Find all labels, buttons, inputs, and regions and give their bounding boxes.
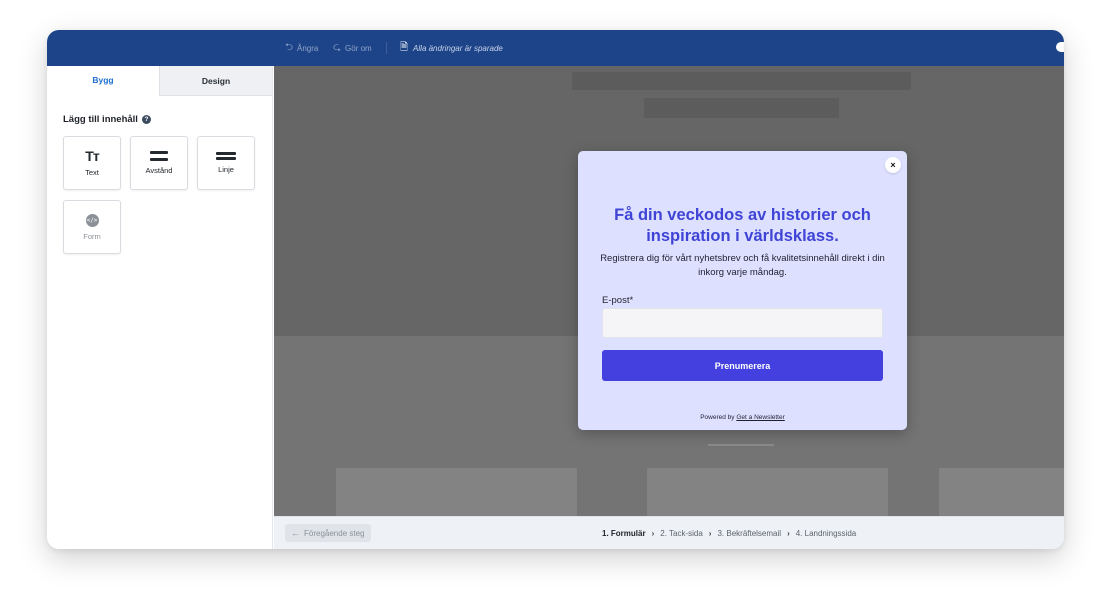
toolbar-divider bbox=[386, 42, 387, 54]
chevron-right-icon: › bbox=[651, 529, 655, 538]
chevron-right-icon: › bbox=[787, 529, 790, 538]
page-placeholder-card bbox=[336, 468, 577, 516]
preview-canvas: × Få din veckodos av historier och inspi… bbox=[274, 66, 1064, 516]
page-placeholder-card bbox=[939, 468, 1064, 516]
previous-step-button[interactable]: ← Föregående steg bbox=[285, 524, 371, 542]
redo-arrow-icon: ⮎ bbox=[333, 41, 342, 53]
step-navigation-bar: ← Föregående steg 1. Formulär › 2. Tack-… bbox=[274, 516, 1064, 549]
page-placeholder-block bbox=[644, 98, 839, 118]
tab-design[interactable]: Design bbox=[159, 66, 272, 96]
undo-label: Ångra bbox=[297, 43, 319, 53]
newsletter-popup: × Få din veckodos av historier och inspi… bbox=[578, 151, 907, 430]
text-icon: Tт bbox=[85, 148, 99, 164]
step-bekraftelsemail[interactable]: 3. Bekräftelsemail bbox=[717, 529, 781, 538]
redo-button[interactable]: ⮎ Gör om bbox=[333, 30, 372, 66]
step-formular[interactable]: 1. Formulär bbox=[602, 529, 646, 538]
email-field[interactable] bbox=[602, 308, 883, 338]
close-icon[interactable]: × bbox=[885, 157, 901, 173]
redo-label: Gör om bbox=[345, 43, 372, 53]
spacer-icon bbox=[150, 151, 168, 161]
undo-arrow-icon: ⮌ bbox=[285, 41, 294, 53]
block-text[interactable]: Tт Text bbox=[63, 136, 121, 190]
help-icon[interactable]: ? bbox=[141, 115, 151, 124]
app-window: ⮌ Ångra ⮎ Gör om 🗎 Alla ändringar är spa… bbox=[47, 30, 1064, 549]
save-status: 🗎 Alla ändringar är sparade bbox=[400, 30, 503, 66]
block-divider[interactable]: Linje bbox=[197, 136, 255, 190]
step-breadcrumb: 1. Formulär › 2. Tack-sida › 3. Bekräfte… bbox=[602, 517, 856, 549]
add-content-heading: Lägg till innehåll ? bbox=[63, 114, 151, 125]
step-tack-sida[interactable]: 2. Tack-sida bbox=[660, 529, 703, 538]
previous-step-label: Föregående steg bbox=[304, 528, 365, 538]
powered-by-link[interactable]: Get a Newsletter bbox=[736, 414, 784, 421]
arrow-left-icon: ← bbox=[291, 528, 300, 538]
block-text-label: Text bbox=[85, 168, 99, 177]
top-toolbar: ⮌ Ångra ⮎ Gör om 🗎 Alla ändringar är spa… bbox=[47, 30, 1064, 66]
step-landningssida[interactable]: 4. Landningssida bbox=[796, 529, 857, 538]
block-divider-label: Linje bbox=[218, 165, 234, 174]
block-spacer-label: Avstånd bbox=[145, 166, 173, 175]
divider-line-icon bbox=[216, 152, 236, 160]
popup-description[interactable]: Registrera dig för vårt nyhetsbrev och f… bbox=[594, 252, 891, 280]
code-icon: </> bbox=[85, 213, 99, 227]
email-label[interactable]: E-post* bbox=[602, 295, 633, 306]
undo-button[interactable]: ⮌ Ångra bbox=[285, 30, 318, 66]
page-placeholder-line bbox=[708, 444, 774, 446]
tab-bygg[interactable]: Bygg bbox=[47, 66, 159, 96]
powered-by: Powered by Get a Newsletter bbox=[578, 414, 907, 421]
document-check-icon: 🗎 bbox=[400, 41, 409, 53]
block-form-label: Form bbox=[83, 231, 101, 241]
chevron-right-icon: › bbox=[708, 529, 712, 538]
subscribe-button[interactable]: Prenumerera bbox=[602, 350, 883, 381]
popup-heading[interactable]: Få din veckodos av historier och inspira… bbox=[588, 205, 897, 247]
powered-by-prefix: Powered by bbox=[700, 414, 735, 421]
page-placeholder-card bbox=[647, 468, 888, 516]
page-placeholder-block bbox=[572, 72, 911, 90]
add-content-title: Lägg till innehåll bbox=[63, 114, 138, 125]
sidebar-tabs: Bygg Design bbox=[47, 66, 272, 96]
builder-sidebar: Bygg Design Lägg till innehåll ? Tт Text… bbox=[47, 66, 273, 549]
eye-icon[interactable] bbox=[1056, 42, 1064, 52]
save-status-text: Alla ändringar är sparade bbox=[413, 43, 503, 53]
block-spacer[interactable]: Avstånd bbox=[130, 136, 188, 190]
block-form[interactable]: </> Form bbox=[63, 200, 121, 254]
